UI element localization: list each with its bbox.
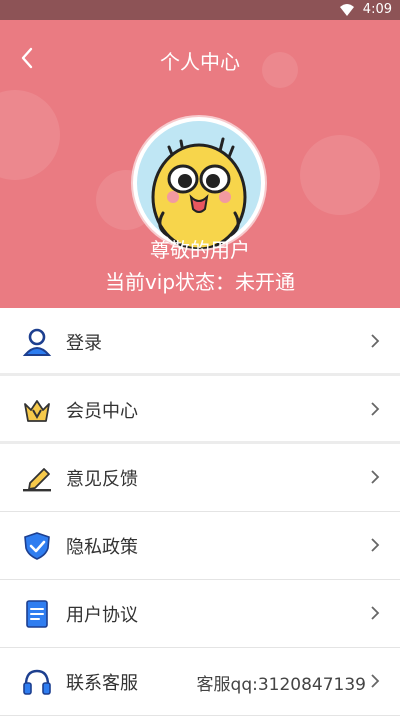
menu-item-user-agreement[interactable]: 用户协议: [0, 580, 400, 648]
chevron-right-icon: [371, 538, 380, 552]
headphones-icon: [23, 669, 51, 695]
chevron-right-icon: [371, 470, 380, 484]
wifi-icon: [340, 4, 354, 16]
menu-item-label: 意见反馈: [66, 469, 138, 490]
menu-item-member-center[interactable]: 会员中心: [0, 376, 400, 444]
menu-item-label: 会员中心: [66, 401, 138, 422]
chevron-right-icon: [371, 402, 380, 416]
menu-item-label: 隐私政策: [66, 537, 138, 558]
avatar-image: [137, 121, 261, 249]
avatar[interactable]: [133, 117, 265, 249]
menu-item-privacy-policy[interactable]: 隐私政策: [0, 512, 400, 580]
pencil-icon: [23, 468, 51, 492]
profile-header: 个人中心 尊敬的用户 当前vip状态：未开通: [0, 20, 400, 308]
username: 尊敬的用户: [150, 238, 250, 262]
chevron-right-icon: [371, 334, 380, 348]
crown-icon: [24, 400, 50, 422]
menu-item-feedback[interactable]: 意见反馈: [0, 444, 400, 512]
page-title: 个人中心: [160, 50, 240, 74]
menu-item-login[interactable]: 登录: [0, 308, 400, 376]
menu-item-label: 登录: [66, 333, 102, 354]
menu-list: 登录 会员中心 意见反馈 隐私政策 用户协议 联系客服 客服qq:3120847…: [0, 308, 400, 716]
user-icon: [22, 328, 52, 356]
menu-item-label: 用户协议: [66, 605, 138, 626]
vip-status: 当前vip状态：未开通: [104, 270, 296, 294]
chevron-right-icon: [371, 674, 380, 688]
status-time: 4:09: [362, 2, 392, 17]
status-bar: 4:09: [0, 0, 400, 20]
shield-check-icon: [24, 532, 50, 560]
chevron-right-icon: [371, 606, 380, 620]
decor-bubble: [0, 90, 60, 180]
document-icon: [26, 600, 48, 628]
menu-item-contact-support[interactable]: 联系客服 客服qq:3120847139: [0, 648, 400, 716]
decor-bubble: [300, 135, 380, 215]
menu-item-label: 联系客服: [66, 673, 138, 694]
support-qq: 客服qq:3120847139: [196, 675, 366, 695]
